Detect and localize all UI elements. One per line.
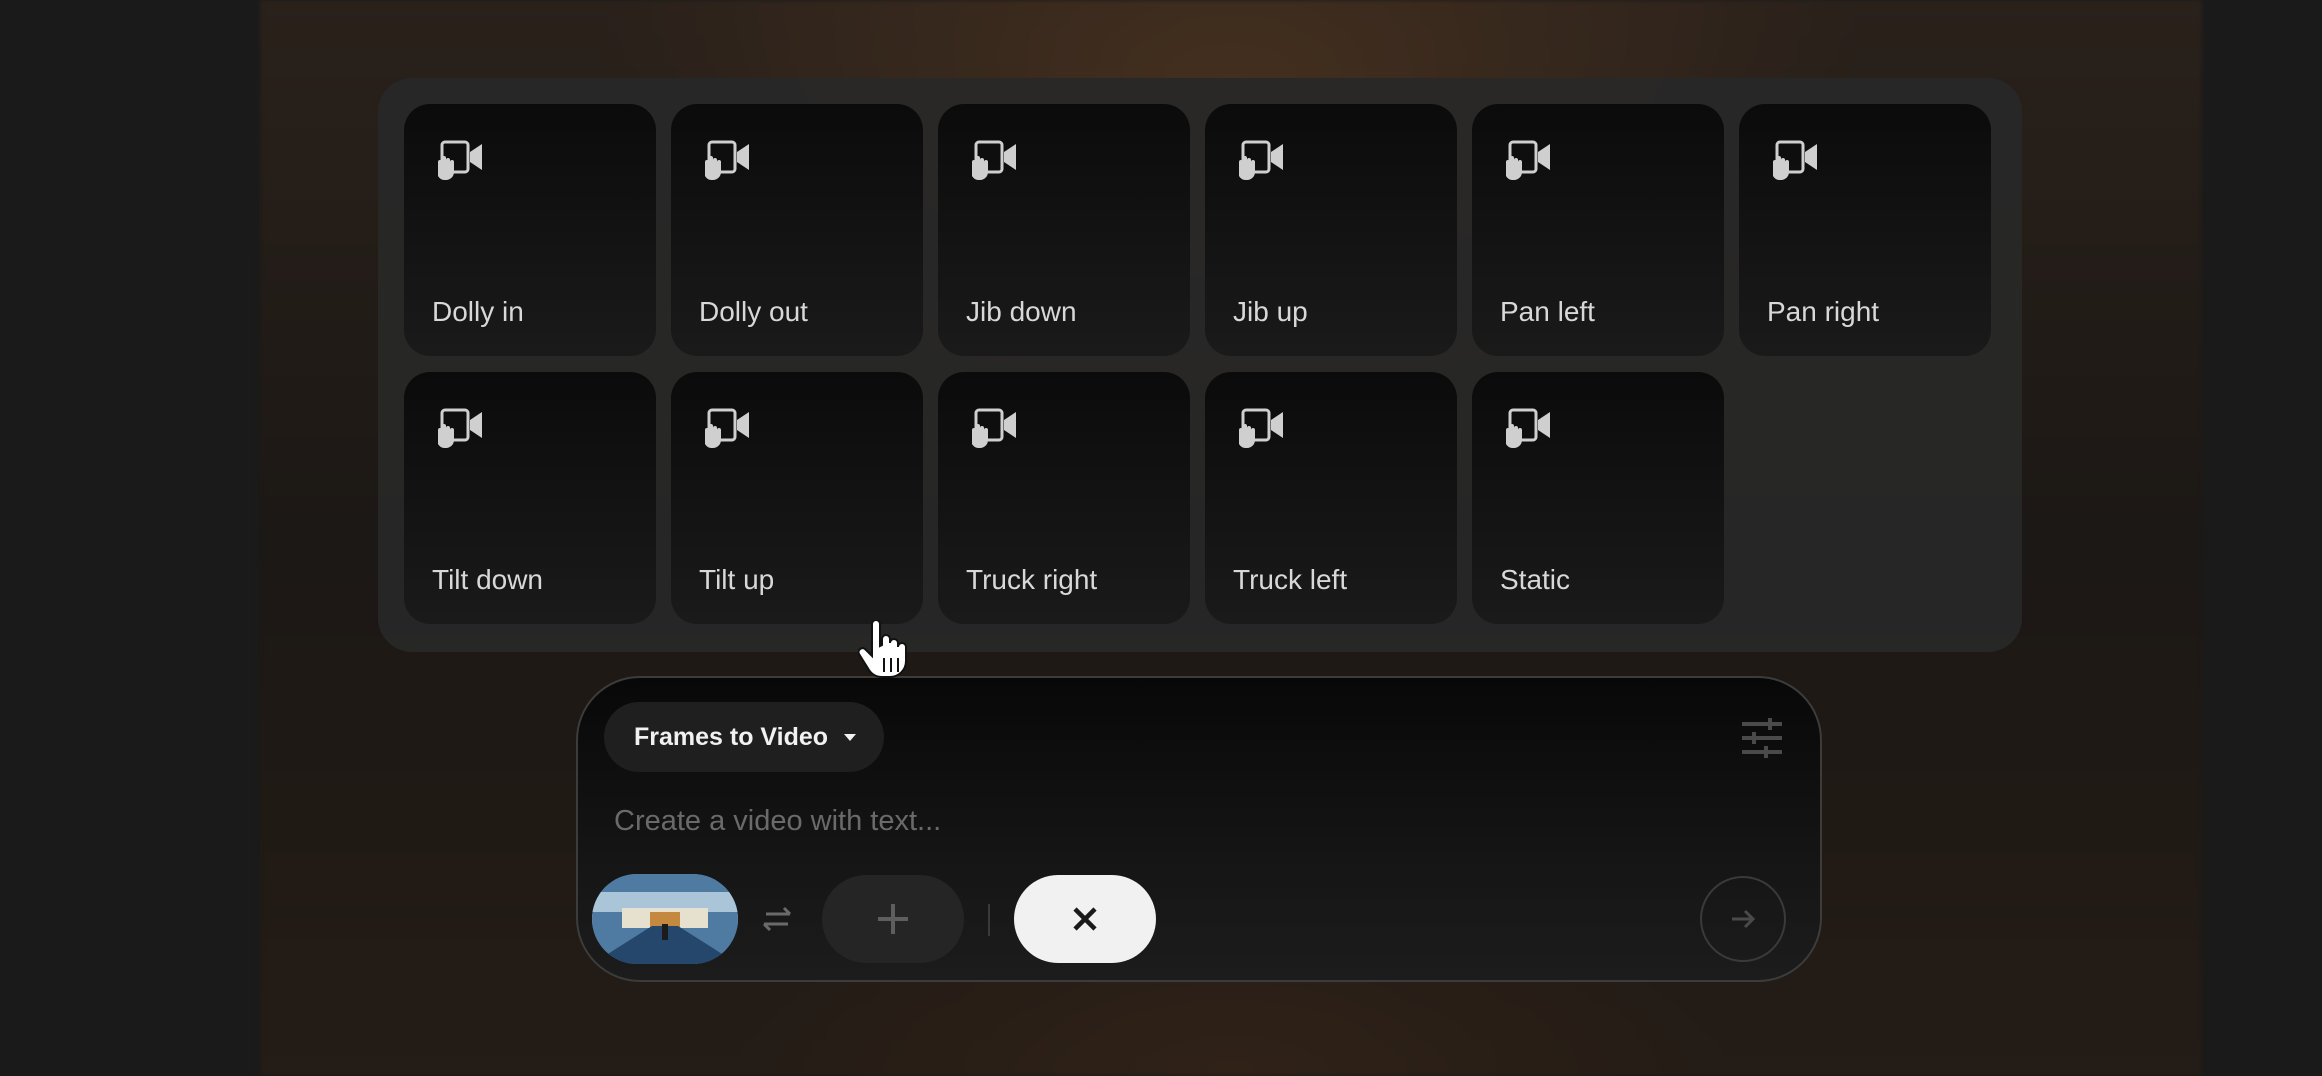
camera-motion-icon <box>1773 140 1817 180</box>
camera-motion-icon <box>972 140 1016 180</box>
camera-motion-icon <box>972 408 1016 448</box>
camera-motion-icon <box>1239 140 1283 180</box>
camera-motion-card-truck-right[interactable]: Truck right <box>938 372 1190 624</box>
camera-motion-card-truck-left[interactable]: Truck left <box>1205 372 1457 624</box>
caret-down-icon <box>844 733 857 741</box>
hand-cursor-icon <box>858 620 907 678</box>
camera-motion-icon <box>705 140 749 180</box>
camera-motion-card-jib-up[interactable]: Jib up <box>1205 104 1457 356</box>
camera-motion-card-tilt-down[interactable]: Tilt down <box>404 372 656 624</box>
camera-motion-icon <box>438 140 482 180</box>
card-label: Pan left <box>1500 296 1595 327</box>
camera-motion-icon <box>1506 140 1550 180</box>
camera-motion-card-dolly-out[interactable]: Dolly out <box>671 104 923 356</box>
camera-motion-card-static[interactable]: Static <box>1472 372 1724 624</box>
card-label: Tilt up <box>699 564 775 595</box>
close-icon <box>1073 907 1097 931</box>
camera-motion-icon <box>438 408 482 448</box>
plus-icon <box>878 904 908 934</box>
prompt-input[interactable] <box>612 798 1716 844</box>
camera-motion-card-jib-down[interactable]: Jib down <box>938 104 1190 356</box>
app-stage: Dolly in Dolly out Jib down Jib up Pan l… <box>0 0 2322 1076</box>
card-label: Jib up <box>1233 296 1308 327</box>
card-label: Jib down <box>966 296 1077 327</box>
sliders-icon[interactable] <box>1740 716 1784 760</box>
mode-selector-button[interactable]: Frames to Video <box>604 702 885 772</box>
card-label: Dolly out <box>699 296 808 327</box>
camera-motion-icon <box>1506 408 1550 448</box>
close-button[interactable] <box>1014 875 1156 963</box>
start-frame-thumbnail[interactable] <box>592 874 738 964</box>
camera-motion-card-pan-right[interactable]: Pan right <box>1739 104 1991 356</box>
camera-motion-card-tilt-up[interactable]: Tilt up <box>671 372 923 624</box>
camera-motion-icon <box>705 408 749 448</box>
card-label: Pan right <box>1767 296 1880 327</box>
prompt-composer: Frames to Video <box>576 676 1822 982</box>
add-frame-button[interactable] <box>822 875 964 963</box>
swap-icon[interactable] <box>758 900 796 938</box>
camera-motion-panel: Dolly in Dolly out Jib down Jib up Pan l… <box>378 78 2022 652</box>
camera-motion-icon <box>1239 408 1283 448</box>
card-label: Tilt down <box>432 564 544 595</box>
camera-motion-card-dolly-in[interactable]: Dolly in <box>404 104 656 356</box>
train-station-image <box>592 874 738 964</box>
mode-selector-label: Frames to Video <box>634 722 829 751</box>
divider <box>988 904 990 936</box>
arrow-right-icon <box>1732 909 1756 929</box>
camera-motion-card-pan-left[interactable]: Pan left <box>1472 104 1724 356</box>
card-label: Truck left <box>1233 564 1348 595</box>
card-label: Truck right <box>966 564 1098 595</box>
card-label: Dolly in <box>432 296 524 327</box>
card-label: Static <box>1500 564 1571 595</box>
send-button[interactable] <box>1700 876 1786 962</box>
